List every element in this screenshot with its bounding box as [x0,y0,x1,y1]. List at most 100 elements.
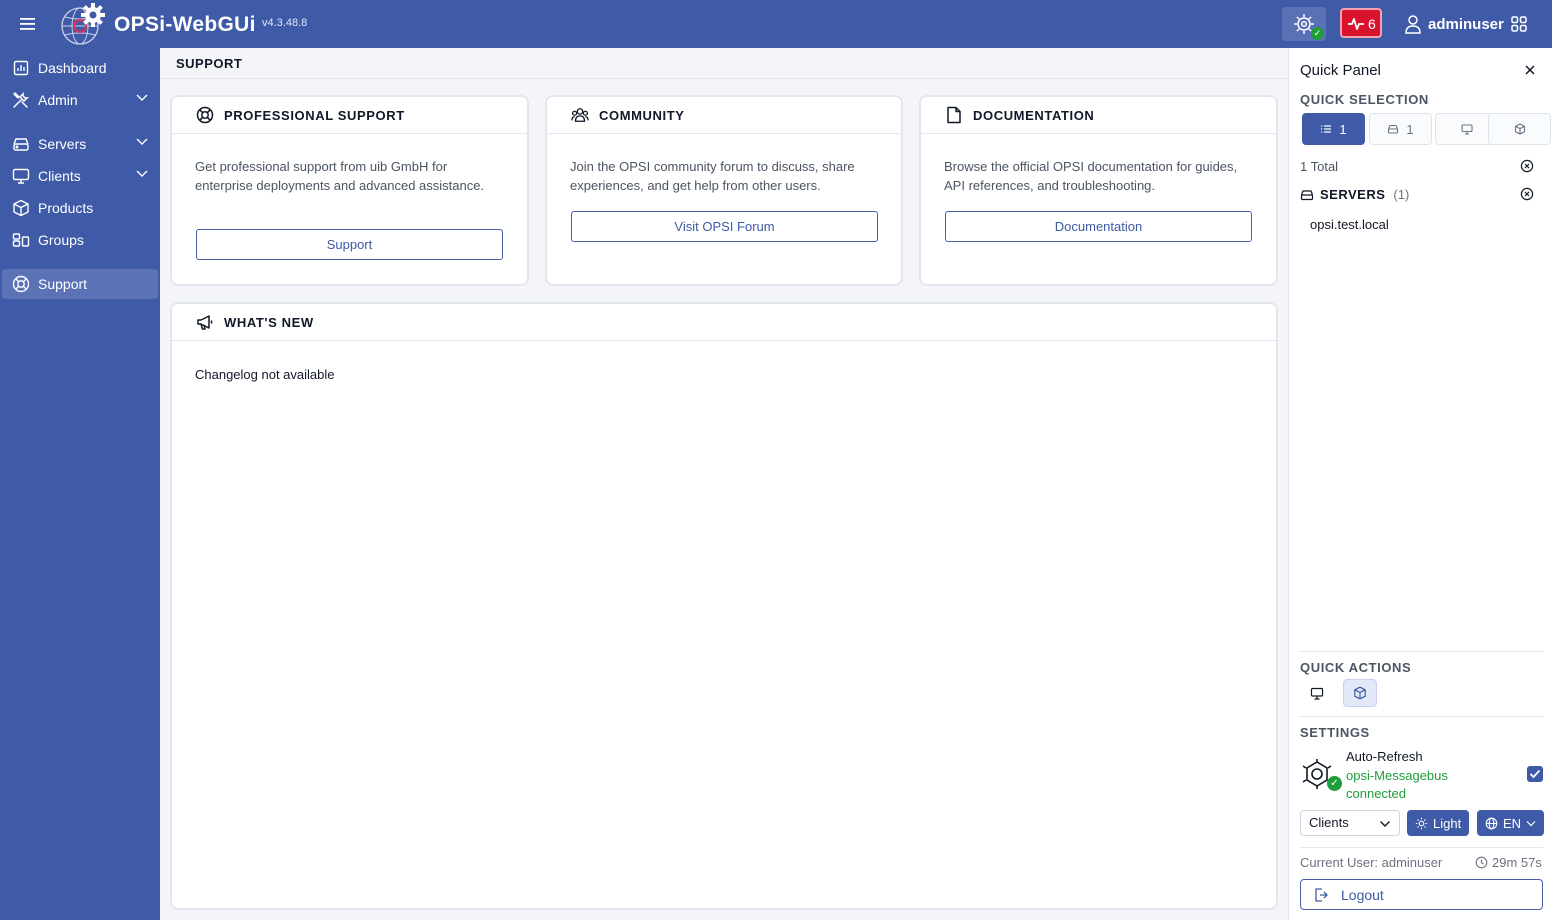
globe-gear-logo-icon [61,3,105,45]
documentation-button[interactable]: Documentation [945,211,1252,242]
card-title: DOCUMENTATION [973,107,1095,123]
chevron-down-icon [136,138,148,145]
lifebuoy-icon [11,274,31,294]
sidebar-item-support[interactable]: Support [2,269,158,299]
health-alerts-button[interactable]: 6 [1340,8,1382,38]
card-header: PROFESSIONAL SUPPORT [172,97,527,134]
language-label: EN [1503,815,1522,831]
sidebar-item-admin[interactable]: Admin [2,85,158,115]
user-menu[interactable]: adminuser [1404,12,1528,36]
chevron-down-icon [1526,820,1536,826]
selection-total: 1 Total [1300,159,1339,174]
app-brand: OPSi-WebGUi [114,13,256,36]
sidebar-item-label: Support [38,276,88,292]
clear-servers-icon[interactable] [1520,187,1534,201]
megaphone-icon [197,315,213,330]
connected-check-icon: ✓ [1311,27,1324,40]
visit-forum-button[interactable]: Visit OPSI Forum [571,211,878,242]
package-icon [1354,686,1366,700]
groups-icon [11,230,31,250]
quick-selection-all-button[interactable]: 1 [1302,113,1365,145]
dashboard-icon [11,58,31,78]
user-icon [1405,15,1421,34]
monitor-icon [1460,123,1473,135]
auto-refresh-label: Auto-Refresh [1346,749,1423,764]
package-icon [1514,123,1525,135]
servers-group-label: SERVERS [1320,187,1386,202]
page-title: SUPPORT [176,56,243,71]
chevron-down-icon [136,94,148,101]
server-list-item[interactable]: opsi.test.local [1310,217,1389,232]
logout-button[interactable]: Logout [1300,879,1543,910]
quick-action-products-button[interactable] [1343,679,1377,707]
server-icon [1300,189,1314,200]
sidebar: Dashboard Admin Servers Clients Products… [0,48,160,920]
app-version: v4.3.48.8 [262,17,308,29]
card-title: WHAT'S NEW [224,314,314,330]
monitor-icon [1310,687,1324,700]
sidebar-item-label: Servers [38,136,87,152]
documentation-card: DOCUMENTATION Browse the official OPSI d… [919,95,1278,286]
card-header: WHAT'S NEW [172,304,1276,341]
monitor-icon [11,166,31,186]
apps-grid-icon [1511,16,1527,32]
quick-action-clients-button[interactable] [1300,679,1334,707]
chevron-down-icon [136,170,148,177]
close-icon[interactable] [1523,63,1537,77]
logout-icon [1315,887,1328,902]
server-icon [11,134,31,154]
main-content: SUPPORT PROFESSIONAL SUPPORT Get profess… [160,48,1288,920]
whats-new-card: WHAT'S NEW Changelog not available [170,302,1278,910]
card-header: COMMUNITY [547,97,901,134]
sidebar-item-clients[interactable]: Clients [2,161,158,191]
quick-panel-title: Quick Panel [1300,62,1381,79]
servers-group-count: (1) [1393,187,1410,202]
clock-icon [1475,856,1488,869]
users-icon [571,108,589,122]
lifebuoy-icon [196,106,214,124]
divider [1300,716,1543,717]
sidebar-item-groups[interactable]: Groups [2,225,158,255]
quick-actions-heading: QUICK ACTIONS [1300,660,1412,675]
sidebar-item-label: Dashboard [38,60,107,76]
theme-label: Light [1433,815,1462,831]
divider [1300,651,1543,652]
messagebus-status-button[interactable]: ✓ [1282,7,1326,41]
clear-selection-icon[interactable] [1520,159,1534,173]
sidebar-item-products[interactable]: Products [2,193,158,223]
quick-selection-heading: QUICK SELECTION [1300,92,1429,107]
logout-label: Logout [1341,886,1384,903]
server-icon [1388,124,1399,134]
view-select[interactable]: Clients [1300,810,1400,836]
card-description: Browse the official OPSI documentation f… [944,159,1238,193]
menu-toggle-button[interactable] [18,15,38,33]
quick-selection-servers-button[interactable]: 1 [1369,113,1432,145]
sun-icon [1415,817,1428,829]
sidebar-item-label: Clients [38,168,81,184]
top-bar: OPSi-WebGUi v4.3.48.8 ✓ 6 adminuser [0,0,1552,48]
alert-count: 6 [1368,16,1376,32]
sidebar-item-servers[interactable]: Servers [2,129,158,159]
session-timer-value: 29m 57s [1492,855,1542,870]
professional-support-card: PROFESSIONAL SUPPORT Get professional su… [170,95,529,286]
community-card: COMMUNITY Join the OPSI community forum … [545,95,903,286]
title-divider [160,78,1288,79]
sidebar-item-label: Admin [38,92,78,108]
language-select-button[interactable]: EN [1477,810,1545,836]
theme-toggle-button[interactable]: Light [1407,810,1470,836]
chevron-down-icon [1380,821,1390,827]
card-title: COMMUNITY [599,107,685,123]
sidebar-item-dashboard[interactable]: Dashboard [2,53,158,83]
quick-selection-count: 1 [1406,121,1414,137]
sidebar-item-label: Products [38,200,94,216]
tools-icon [11,90,31,110]
support-button[interactable]: Support [196,229,503,260]
quick-selection-products-button[interactable] [1488,113,1551,145]
changelog-text: Changelog not available [195,367,335,382]
quick-panel: Quick Panel QUICK SELECTION 1 1 1 Total … [1288,48,1552,920]
auto-refresh-checkbox[interactable] [1527,766,1543,782]
servers-group-header: SERVERS (1) [1300,187,1409,202]
globe-icon [1485,817,1498,829]
card-description: Join the OPSI community forum to discuss… [570,159,855,193]
opsi-logo[interactable] [60,2,108,46]
